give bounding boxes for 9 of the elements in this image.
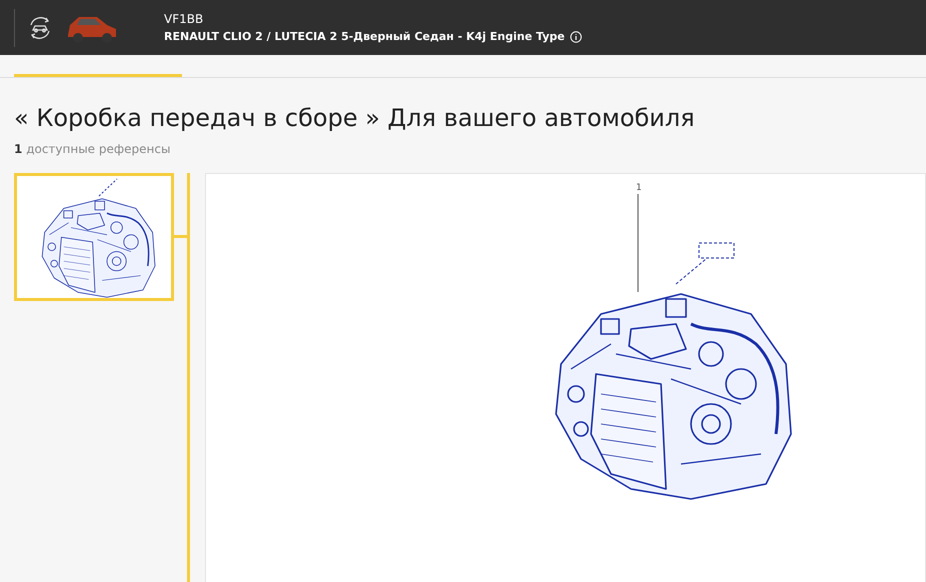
references-count: 1 доступные референсы (14, 142, 172, 156)
page-title: « Коробка передач в сборе » Для вашего автомобиля (14, 104, 696, 132)
vin-text: VF1BB (164, 12, 204, 26)
info-icon[interactable] (570, 30, 582, 42)
diagram-thumbnail[interactable] (14, 173, 174, 301)
dashed-part-marker (698, 242, 734, 258)
vehicle-name: RENAULT CLIO 2 / LUTECIA 2 5-Дверный Седан - K4j Engine Type (164, 30, 565, 43)
callout-number: 1 (636, 183, 642, 193)
leader-line (676, 258, 706, 284)
